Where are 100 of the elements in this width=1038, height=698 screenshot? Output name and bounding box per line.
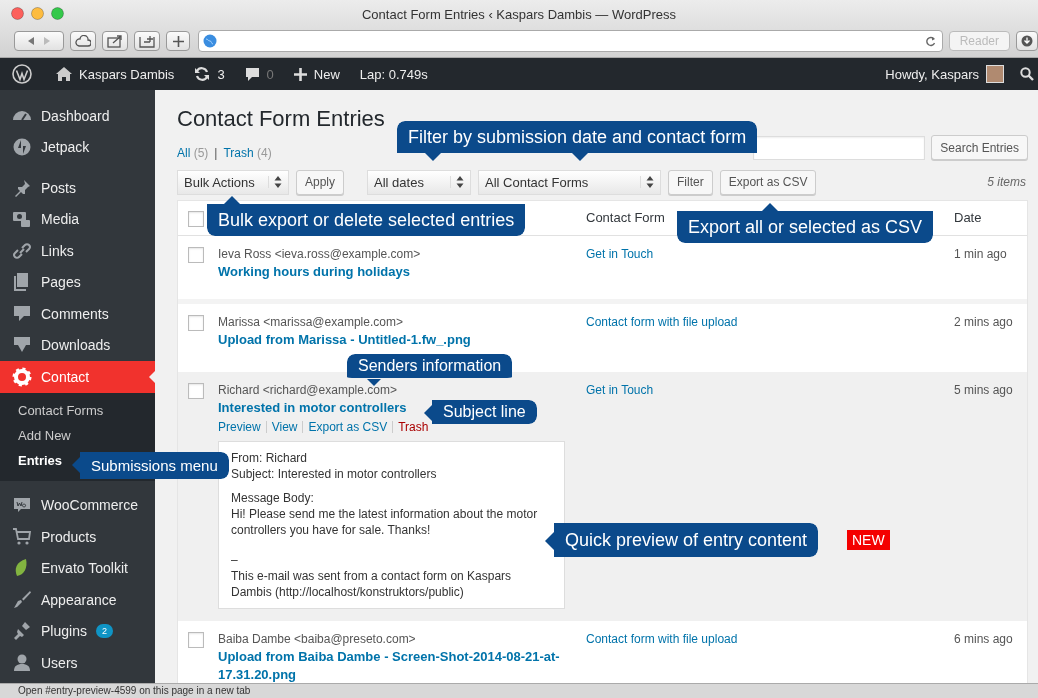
sender-text: Richard <richard@example.com> <box>218 382 398 399</box>
sender-text: Baiba Dambe <baiba@preseto.com> <box>218 631 417 648</box>
preview-text: Message Body: <box>231 490 315 506</box>
sender-text: Ieva Ross <ieva.ross@example.com> <box>218 246 422 263</box>
preview-text: Subject: Interested in motor controllers <box>231 466 438 482</box>
new-tab-button[interactable] <box>166 31 190 51</box>
updown-arrows-icon <box>268 176 282 188</box>
cloud-button[interactable] <box>70 31 96 51</box>
subject-link[interactable]: Interested in motor controllers <box>218 399 407 417</box>
sidebar-menu-item[interactable]: Posts <box>0 172 155 204</box>
submenu-item[interactable]: Entries <box>0 447 63 473</box>
subject-link[interactable]: Upload from Marissa - Untitled-1.fw_.png <box>218 331 471 349</box>
site-name-link[interactable]: Kaspars Dambis <box>46 66 185 82</box>
speech-bubble-icon <box>244 66 260 82</box>
share-button[interactable] <box>102 31 128 51</box>
submenu-item[interactable]: Contact Forms <box>0 397 104 423</box>
view-separator: | <box>214 146 218 160</box>
row-checkbox[interactable] <box>188 632 204 648</box>
subject-link[interactable]: Working hours during holidays <box>218 263 410 281</box>
sidebar-menu-item[interactable]: Comments <box>0 298 155 330</box>
window-control-icon[interactable] <box>51 7 64 20</box>
filter-button[interactable]: Filter <box>668 169 713 195</box>
contact-form-link[interactable]: Contact form with file upload <box>586 632 738 646</box>
search-entries-button[interactable]: Search Entries <box>931 135 1028 160</box>
page-load-time: Lap: 0.749s <box>358 66 429 82</box>
download-icon <box>1021 35 1033 47</box>
page-title: Contact Form Entries <box>177 105 386 133</box>
plus-icon <box>172 35 184 47</box>
sidebar-menu-item[interactable]: Users <box>0 647 155 679</box>
link-icon <box>12 240 32 261</box>
tray-plus-icon <box>139 34 155 48</box>
contact-form-link[interactable]: Contact form with file upload <box>586 315 738 329</box>
back-forward-button[interactable] <box>14 31 64 51</box>
window-title: Contact Form Entries ‹ Kaspars Dambis — WordPress <box>362 6 676 22</box>
dropdown-select[interactable]: Bulk Actions <box>177 169 289 195</box>
home-icon <box>56 67 72 81</box>
date-text: 6 mins ago <box>954 631 1014 648</box>
export-csv-button[interactable]: Export as CSV <box>719 169 817 195</box>
sidebar-menu-item[interactable]: Appearance <box>0 584 155 616</box>
sidebar-menu-item[interactable]: Jetpack <box>0 131 155 163</box>
sidebar-menu-item[interactable]: Products <box>0 521 155 553</box>
row-action-link[interactable]: Preview <box>218 417 261 437</box>
new-link[interactable]: New <box>283 66 350 82</box>
apply-button[interactable]: Apply <box>296 169 345 195</box>
downloads-button[interactable] <box>1016 31 1038 51</box>
speech-bubble-icon <box>12 303 32 324</box>
preview-text: – <box>231 552 239 568</box>
updown-arrows-icon <box>450 176 465 188</box>
refresh-icon <box>194 66 211 82</box>
avatar-placeholder <box>986 65 1004 83</box>
plus-icon <box>293 67 307 81</box>
contact-form-link[interactable]: Get in Touch <box>586 383 654 397</box>
forward-icon <box>42 36 52 46</box>
globe-icon <box>203 34 217 48</box>
status-bar-text: Open #entry-preview-4599 on this page in a new tab <box>0 683 1038 698</box>
sidebar-menu-item[interactable]: Envato Toolkit <box>0 552 155 584</box>
dropdown-select[interactable]: All Contact Forms <box>478 169 662 195</box>
view-filter-link[interactable]: All (5) <box>177 146 209 160</box>
dropdown-select[interactable]: All dates <box>367 169 472 195</box>
sidebar-menu-item[interactable]: Links <box>0 235 155 267</box>
sidebar-menu-item[interactable]: Plugins 2 <box>0 615 155 647</box>
sidebar-menu-item[interactable]: Downloads <box>0 329 155 361</box>
row-checkbox[interactable] <box>188 315 204 331</box>
back-icon <box>26 36 36 46</box>
row-checkbox[interactable] <box>188 383 204 399</box>
bookmark-button[interactable] <box>134 31 160 51</box>
row-action-link[interactable]: View <box>271 417 298 437</box>
search-field[interactable] <box>753 135 926 160</box>
gear-icon <box>12 366 32 387</box>
account-link[interactable]: Howdy, Kaspars <box>875 65 1014 83</box>
submenu-item[interactable]: Add New <box>0 422 71 448</box>
cloud-icon <box>75 35 91 47</box>
preview-text: This e-mail was sent from a contact form on Kaspars Dambis (http://localhost/konstruktors/public) <box>231 568 513 600</box>
sidebar-menu-item[interactable]: Media <box>0 203 155 235</box>
sidebar-menu-item[interactable]: Dashboard <box>0 100 155 132</box>
sidebar-menu-item[interactable]: Contact <box>0 361 155 393</box>
brush-icon <box>12 589 32 610</box>
window-control-icon[interactable] <box>11 7 24 20</box>
column-header[interactable]: Date <box>954 210 982 225</box>
new-badge: NEW <box>847 530 890 550</box>
share-icon <box>107 34 123 48</box>
wordpress-logo-icon[interactable] <box>12 64 32 84</box>
view-filter-link[interactable]: Trash (4) <box>223 146 272 160</box>
row-action-link[interactable]: Export as CSV <box>308 417 388 437</box>
select-all-checkbox[interactable] <box>188 211 204 227</box>
window-control-icon[interactable] <box>31 7 44 20</box>
preview-text: Hi! Please send me the latest information about the motor controllers you have for sale. Thanks! <box>231 506 539 538</box>
preview-text: From: Richard <box>231 450 308 466</box>
search-icon[interactable] <box>1020 67 1034 81</box>
row-checkbox[interactable] <box>188 247 204 263</box>
date-text: 2 mins ago <box>954 314 1014 331</box>
sidebar-menu-item[interactable]: WooCommerce <box>0 489 155 521</box>
sidebar-menu-item[interactable]: Pages <box>0 266 155 298</box>
reload-icon <box>924 35 936 47</box>
subject-link[interactable]: Upload from Baiba Dambe - Screen-Shot-2014-08-21-at-17.31.20.png <box>218 648 586 684</box>
date-text: 1 min ago <box>954 246 1008 263</box>
updates-link[interactable]: 3 <box>184 66 235 82</box>
contact-form-link[interactable]: Get in Touch <box>586 247 654 261</box>
column-header[interactable]: Contact Form <box>586 210 665 225</box>
address-field[interactable] <box>198 30 943 52</box>
